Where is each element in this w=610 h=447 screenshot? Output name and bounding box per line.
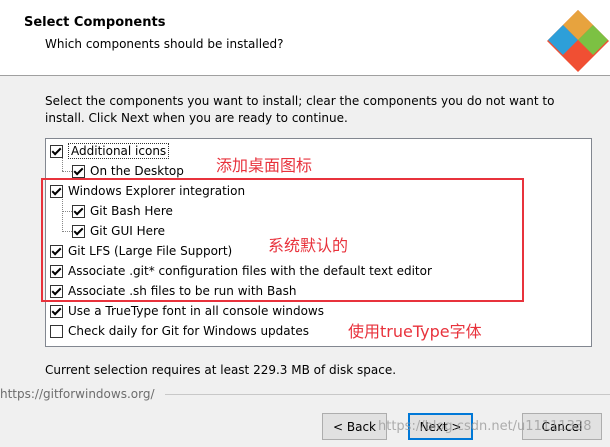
wizard-header: Select Components Which components shoul… [0, 0, 610, 76]
component-label: Check daily for Git for Windows updates [68, 324, 309, 338]
annotation-truetype: 使用trueType字体 [348, 322, 482, 341]
component-truetype-font[interactable]: Use a TrueType font in all console windo… [50, 301, 324, 321]
annotation-desktop-icon: 添加桌面图标 [216, 156, 313, 175]
disk-space-requirement: Current selection requires at least 229.… [45, 363, 397, 377]
component-check-updates[interactable]: Check daily for Git for Windows updates [50, 321, 309, 341]
divider [165, 394, 610, 395]
page-subtitle: Which components should be installed? [45, 37, 284, 51]
annotation-default: 系统默认的 [268, 236, 349, 255]
component-label: On the Desktop [90, 164, 184, 178]
truetype-font-checkbox[interactable] [50, 304, 63, 318]
git-logo-icon [547, 10, 609, 72]
instructions-text: Select the components you want to instal… [45, 94, 555, 125]
component-label: Use a TrueType font in all console windo… [68, 304, 324, 318]
page-title: Select Components [24, 15, 166, 30]
additional-icons-checkbox[interactable] [50, 144, 63, 158]
watermark: https://blog.csdn.net/u11111338 [378, 419, 592, 434]
on-desktop-checkbox[interactable] [72, 164, 85, 178]
check-updates-checkbox[interactable] [50, 324, 63, 338]
website-link[interactable]: https://gitforwindows.org/ [0, 387, 155, 401]
component-label: Additional icons [68, 143, 170, 159]
component-additional-icons[interactable]: Additional icons [50, 141, 170, 161]
